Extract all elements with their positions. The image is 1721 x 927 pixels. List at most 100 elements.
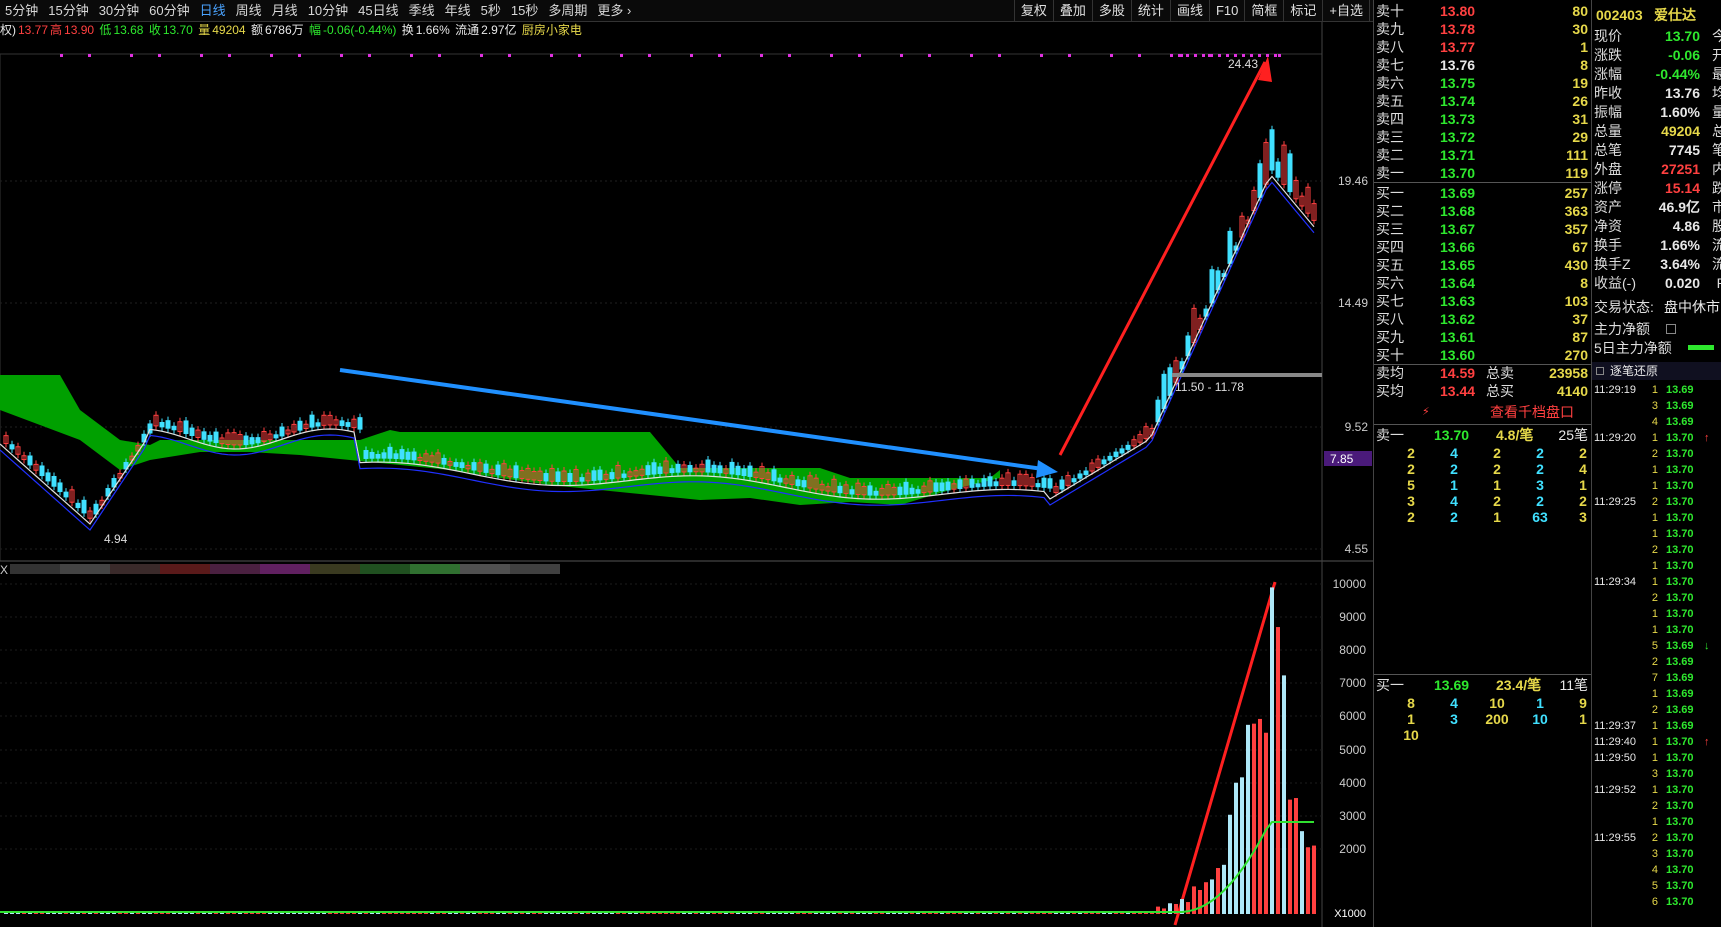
- trend-arrow-blue-head: [1036, 460, 1058, 478]
- ob-volume: 29: [1572, 129, 1588, 145]
- ob-volume: 19: [1572, 75, 1588, 91]
- ask-row[interactable]: 卖六 13.75 19: [1374, 74, 1592, 92]
- tick-vol: 1: [1651, 608, 1658, 620]
- tick-row: 1 13.70: [1592, 510, 1721, 526]
- quote-label: 总笔: [1594, 142, 1622, 158]
- ob-volume: 80: [1572, 3, 1588, 19]
- bid-row[interactable]: 买九 13.61 87: [1374, 328, 1592, 346]
- ob-label: 买七: [1376, 293, 1404, 309]
- volume-bar: [1216, 868, 1220, 914]
- period-tab[interactable]: 5分钟: [0, 0, 43, 22]
- period-tab[interactable]: 15分钟: [43, 0, 93, 22]
- tool-button[interactable]: 画线: [1169, 0, 1209, 22]
- tool-button[interactable]: 标记: [1283, 0, 1322, 22]
- ask-row[interactable]: 卖五 13.74 26: [1374, 92, 1592, 110]
- volume-axis-label: 4000: [1339, 776, 1366, 790]
- ask-row[interactable]: 卖九 13.78 30: [1374, 20, 1592, 38]
- volume-bar: [1036, 912, 1040, 914]
- ask-row[interactable]: 卖三 13.72 29: [1374, 128, 1592, 146]
- period-tab[interactable]: 多周期: [543, 0, 592, 22]
- volume-bar: [904, 912, 908, 914]
- period-tab[interactable]: 季线: [404, 0, 440, 22]
- quote-trail: 总: [1712, 122, 1721, 140]
- tick-row: 1 13.70: [1592, 814, 1721, 830]
- main-net-5d-row[interactable]: 5日主力净额: [1592, 339, 1721, 357]
- ob-separator: [1374, 182, 1592, 183]
- info-concept[interactable]: 厨房小家电: [522, 23, 582, 37]
- signal-dot: [130, 54, 133, 57]
- period-tab[interactable]: 更多 ›: [592, 0, 636, 22]
- bid-row[interactable]: 买六 13.64 8: [1374, 274, 1592, 292]
- depth-link-text: 查看千档盘口: [1490, 404, 1574, 420]
- candle: [579, 477, 585, 482]
- ask-row[interactable]: 卖四 13.73 31: [1374, 110, 1592, 128]
- bid-row[interactable]: 买四 13.66 67: [1374, 238, 1592, 256]
- main-net-row[interactable]: 主力净额: [1592, 320, 1721, 338]
- tick-price: 13.70: [1666, 480, 1694, 492]
- candle: [339, 420, 345, 427]
- bid-row[interactable]: 买二 13.68 363: [1374, 202, 1592, 220]
- bid-row[interactable]: 买三 13.67 357: [1374, 220, 1592, 238]
- tool-button[interactable]: 叠加: [1052, 0, 1092, 22]
- bid-row[interactable]: 买五 13.65 430: [1374, 256, 1592, 274]
- info-close-label: 收: [148, 23, 161, 37]
- info-float-label: 流通: [455, 23, 480, 37]
- kline-chart[interactable]: 19.46 14.49 9.52 4.55 10000 9000 8000 7000 6000 5…: [0, 22, 1373, 927]
- period-tab[interactable]: 月线: [267, 0, 303, 22]
- price-axis-label: 19.46: [1338, 174, 1368, 188]
- tool-button[interactable]: 多股: [1091, 0, 1131, 22]
- period-tab[interactable]: 年线: [440, 0, 476, 22]
- signal-dot: [1278, 54, 1281, 57]
- bid-row[interactable]: 买一 13.69 257: [1374, 184, 1592, 202]
- ask-row[interactable]: 卖十 13.80 80: [1374, 2, 1592, 20]
- period-tab[interactable]: 45日线: [353, 0, 403, 22]
- depth-link[interactable]: ⚡ 查看千档盘口: [1374, 403, 1592, 421]
- price-info-line: 权) 13.77 高 13.90 低 13.68 收 13.70 量 49204 额 6786…: [0, 22, 1372, 38]
- period-tab[interactable]: 周线: [231, 0, 267, 22]
- period-tab[interactable]: 15秒: [506, 0, 543, 22]
- tick-price: 13.70: [1666, 592, 1694, 604]
- tick-row: 1 13.69: [1592, 686, 1721, 702]
- bid-row[interactable]: 买七 13.63 103: [1374, 292, 1592, 310]
- tool-button[interactable]: 简框: [1244, 0, 1283, 22]
- period-tab[interactable]: 30分钟: [94, 0, 144, 22]
- ask-row[interactable]: 卖七 13.76 8: [1374, 56, 1592, 74]
- tick-price: 13.69: [1666, 416, 1694, 428]
- period-tab[interactable]: 5秒: [476, 0, 506, 22]
- quote-label: 振幅: [1594, 104, 1622, 120]
- candle: [297, 420, 303, 431]
- tool-button[interactable]: +自选: [1322, 0, 1369, 22]
- period-tab[interactable]: 10分钟: [303, 0, 353, 22]
- ob-price: 13.74: [1440, 93, 1476, 109]
- volume-bar: [1120, 912, 1124, 914]
- period-tab[interactable]: 60分钟: [144, 0, 194, 22]
- signal-dot: [1138, 54, 1141, 57]
- tool-button[interactable]: 统计: [1130, 0, 1170, 22]
- period-tab[interactable]: 日线: [195, 0, 231, 22]
- info-chg: -0.06(-0.44%): [323, 23, 397, 37]
- candle: [189, 427, 195, 437]
- tick-vol: 2: [1651, 832, 1658, 844]
- ask-row[interactable]: 卖二 13.71 111: [1374, 146, 1592, 164]
- ob-volume: 26: [1572, 93, 1588, 109]
- bid-row[interactable]: 买十 13.60 270: [1374, 346, 1592, 364]
- volume-bar: [1252, 723, 1256, 914]
- ask-row[interactable]: 卖一 13.70 119: [1374, 164, 1592, 182]
- volume-bar: [262, 912, 266, 914]
- signal-dot: [900, 54, 903, 57]
- candle: [1161, 373, 1167, 410]
- tick-row: 11:29:25 2 13.70: [1592, 494, 1721, 510]
- tick-price: 13.70: [1666, 464, 1694, 476]
- ticks-title-row[interactable]: 逐笔还原: [1592, 362, 1721, 380]
- tick-row: 3 13.70: [1592, 766, 1721, 782]
- tick-row: 11:29:20 1 13.70 ↑: [1592, 430, 1721, 446]
- bid-row[interactable]: 买八 13.62 37: [1374, 310, 1592, 328]
- signal-dot: [1186, 54, 1189, 57]
- ask-row[interactable]: 卖八 13.77 1: [1374, 38, 1592, 56]
- ob-price: 13.78: [1440, 21, 1476, 37]
- tick-vol: 2: [1651, 704, 1658, 716]
- tool-button[interactable]: F10: [1208, 0, 1244, 22]
- candle: [369, 451, 375, 459]
- tool-button[interactable]: 复权: [1013, 0, 1053, 22]
- info-amt-label: 额: [250, 23, 263, 37]
